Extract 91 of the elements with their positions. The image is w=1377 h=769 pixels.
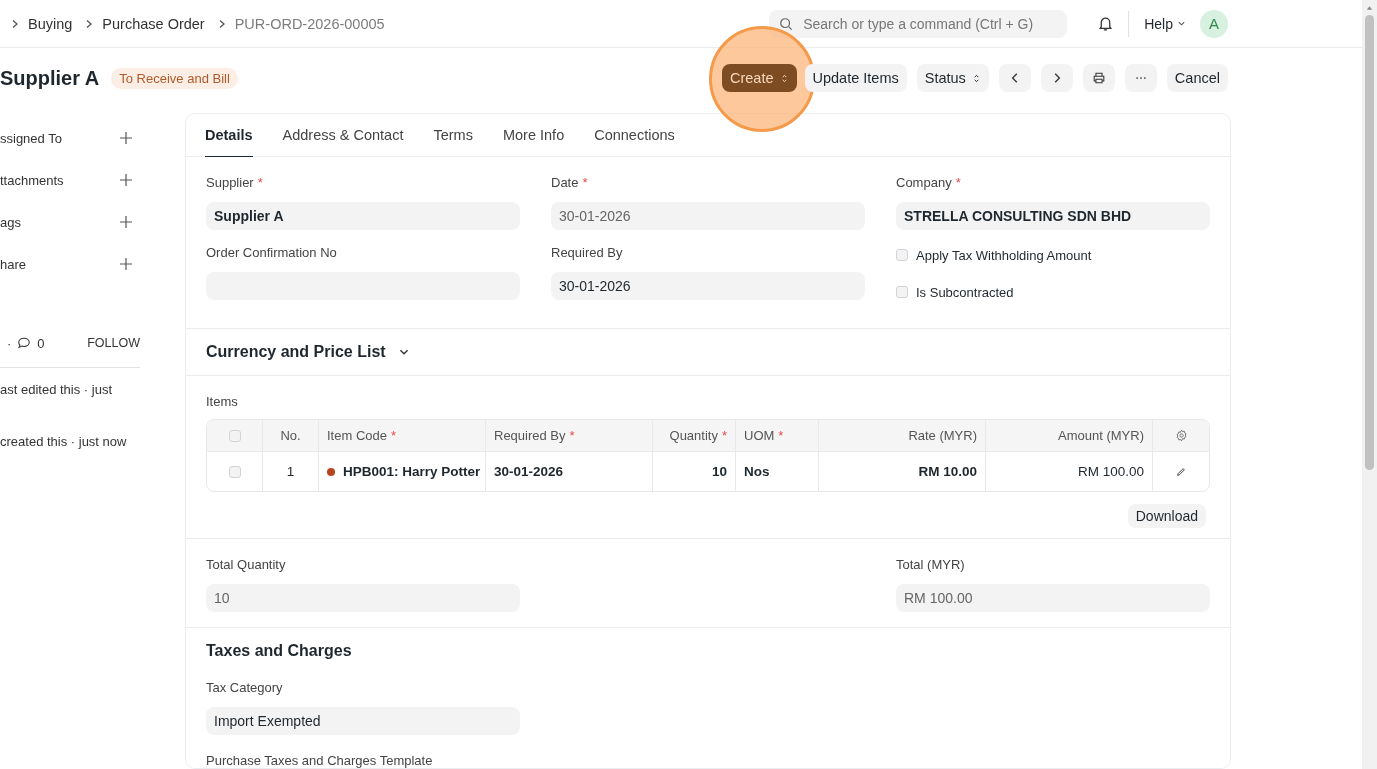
tab[interactable]: Connections	[594, 114, 675, 157]
required-mark: *	[582, 175, 588, 190]
column-header: Item Code	[327, 428, 387, 443]
sidebar-label: hare	[0, 256, 27, 272]
dropdown-button[interactable]: Status	[916, 64, 989, 92]
field-label: Items	[206, 394, 238, 409]
section-title: Taxes and Charges	[206, 642, 353, 660]
notification-bell-icon[interactable]	[1097, 15, 1115, 32]
up-down-caret-icon	[779, 72, 789, 84]
printer-icon	[1091, 71, 1106, 85]
comment-icon	[17, 336, 32, 350]
scroll-up-icon[interactable]	[1365, 4, 1374, 12]
checkbox[interactable]	[228, 465, 241, 478]
download-button[interactable]: Download	[1127, 504, 1206, 528]
add-icon[interactable]	[119, 215, 133, 229]
status-badge: To Receive and Bill	[111, 67, 238, 89]
user-avatar[interactable]: A	[1200, 9, 1228, 38]
table-cell: Nos	[744, 464, 770, 479]
required-mark: *	[955, 175, 961, 190]
scrollbar[interactable]	[1362, 0, 1377, 769]
field-label: Date	[551, 175, 579, 190]
column-header: Amount (MYR)	[1058, 428, 1144, 443]
checkbox[interactable]	[228, 429, 241, 442]
table-cell: 1	[286, 464, 295, 479]
input-field[interactable]: Import Exempted	[206, 707, 520, 735]
column-header: Rate (MYR)	[908, 428, 977, 443]
help-menu[interactable]: Help	[1144, 15, 1186, 32]
add-icon[interactable]	[119, 173, 133, 187]
table-cell: 30-01-2026	[494, 464, 564, 479]
field-label: Supplier	[206, 175, 254, 190]
activity-entry: ast edited this · just	[0, 382, 113, 397]
input-field[interactable]: 30-01-2026	[551, 272, 865, 300]
up-down-caret-icon	[971, 72, 981, 84]
sidebar-label: ttachments	[0, 172, 64, 188]
input-field[interactable]: 30-01-2026	[551, 202, 865, 230]
input-field[interactable]: STRELLA CONSULTING SDN BHD	[896, 202, 1210, 230]
comment-count: 0	[37, 335, 45, 351]
print-button[interactable]	[1082, 64, 1115, 92]
edit-icon[interactable]	[1176, 466, 1186, 477]
field-label: Purchase Taxes and Charges Template	[206, 753, 433, 768]
follow-button[interactable]: FOLLOW	[87, 336, 140, 350]
breadcrumb-link[interactable]: Buying	[28, 15, 73, 32]
page-title: Supplier A	[0, 66, 100, 90]
table-cell: 10	[711, 464, 727, 479]
separator-dot: ·	[7, 335, 12, 351]
field-label: Order Confirmation No	[206, 245, 337, 260]
table-cell: RM 10.00	[918, 464, 977, 479]
required-mark: *	[778, 428, 784, 443]
field-label: Tax Category	[206, 680, 283, 695]
input-field: RM 100.00	[896, 584, 1210, 612]
field-label: Required By	[551, 245, 623, 260]
action-button[interactable]: Update Items	[804, 64, 907, 92]
column-header: Required By	[494, 428, 566, 443]
tab[interactable]: More Info	[502, 114, 565, 157]
activity-entry: created this · just now	[0, 434, 128, 449]
section-title[interactable]: Currency and Price List	[206, 343, 386, 361]
required-mark: *	[391, 428, 397, 443]
sidebar-label: ssigned To	[0, 130, 62, 146]
tab[interactable]: Address & Contact	[282, 114, 404, 157]
checkbox[interactable]	[896, 249, 908, 261]
input-field[interactable]: Supplier A	[206, 202, 520, 230]
caret-down-icon	[1177, 19, 1186, 28]
more-icon	[1134, 76, 1147, 80]
search-icon	[779, 16, 794, 31]
add-icon[interactable]	[119, 131, 133, 145]
search-field[interactable]: Search or type a command (Ctrl + G)	[769, 9, 1068, 38]
field-label: Company	[896, 175, 952, 190]
checkbox-label: Is Subcontracted	[916, 284, 1014, 300]
field-label: Total (MYR)	[896, 557, 965, 572]
column-header: UOM	[744, 428, 775, 443]
column-header: Quantity	[669, 428, 718, 443]
chevron-right-icon	[10, 18, 20, 29]
checkbox-label: Apply Tax Withholding Amount	[916, 247, 1092, 263]
field-label: Total Quantity	[206, 557, 286, 572]
input-field: 10	[206, 584, 520, 612]
required-mark: *	[257, 175, 263, 190]
required-mark: *	[569, 428, 575, 443]
sidebar-label: ags	[0, 214, 21, 230]
add-icon[interactable]	[119, 257, 133, 271]
action-button[interactable]: Cancel	[1166, 64, 1228, 92]
table-cell: HPB001: Harry Potter	[343, 464, 481, 479]
dropdown-button[interactable]: Create	[721, 64, 797, 92]
table-cell: RM 100.00	[1077, 464, 1144, 479]
tab[interactable]: Terms	[433, 114, 473, 157]
breadcrumb-link[interactable]: PUR-ORD-2026-00005	[234, 15, 385, 32]
tab[interactable]: Details	[205, 114, 253, 157]
checkbox[interactable]	[896, 286, 908, 298]
column-header: No.	[280, 428, 301, 443]
required-mark: *	[721, 428, 727, 443]
settings-icon[interactable]	[1174, 429, 1188, 442]
breadcrumb-link[interactable]: Purchase Order	[102, 15, 205, 32]
